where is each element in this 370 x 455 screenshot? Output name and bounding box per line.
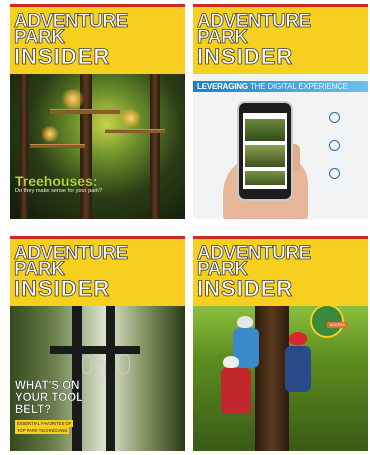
harness-strap [72,306,82,451]
video-play-icon [329,140,340,151]
carabiner-graphic [118,354,130,374]
logo-line-insider: INSIDER [197,276,294,301]
treehouse-deck [50,109,120,114]
magazine-cover-climbers[interactable]: ADVENTURE PARK INSIDER ACCESS [193,236,368,451]
banner-text-bold: LEVERAGING [197,82,248,91]
masthead-logo: ADVENTURE PARK INSIDER [14,244,129,301]
screen-photo [245,145,285,167]
access-ribbon: ACCESS [327,322,348,328]
masthead-logo: ADVENTURE PARK INSIDER [197,244,312,301]
masthead-logo: ADVENTURE PARK INSIDER [14,12,129,69]
cover-headline: Treehouses: [15,173,98,189]
harness-strap [50,346,140,354]
social-icon [329,112,340,123]
treehouse-deck [30,144,85,148]
share-icon [329,168,340,179]
tree-trunk [150,74,160,219]
logo-line-insider: INSIDER [14,276,111,301]
cover-subheadline: ESSENTIAL FAVORITES OF [15,420,74,427]
phone-screen [243,113,287,189]
headline-line: BELT? [15,404,52,416]
award-badge [310,304,344,338]
climber-figure [221,368,251,414]
treehouse-deck [105,129,165,133]
cover-photo-treehouse [10,74,185,219]
magazine-cover-treehouses[interactable]: ADVENTURE PARK INSIDER Treehouses: Do th… [10,4,185,219]
tree-trunk [20,74,28,219]
banner-text: LEVERAGING THE DIGITAL EXPERIENCE [197,82,348,91]
logo-line-insider: INSIDER [14,44,111,69]
cover-subheadline: Do they make sense for your park? [15,188,103,194]
helmet-graphic [289,332,307,345]
helmet-graphic [237,316,253,328]
climber-figure [285,346,311,392]
lantern-glow [120,109,142,127]
cover-headline: WHAT'S ON YOUR TOOL BELT? [15,380,83,416]
carabiner-graphic [96,361,106,379]
magazine-cover-digital[interactable]: ADVENTURE PARK INSIDER LEVERAGING THE DI… [193,4,368,219]
magazine-cover-tool-belt[interactable]: ADVENTURE PARK INSIDER WHAT'S ON YOUR TO… [10,236,185,451]
screen-photo [245,171,285,185]
smartphone-graphic [237,101,293,201]
screen-photo [245,119,285,141]
carabiner-graphic [82,356,92,374]
headline-line: YOUR TOOL [15,392,84,404]
lantern-glow [60,89,86,109]
logo-line-insider: INSIDER [197,44,294,69]
headline-line: WHAT'S ON [15,380,80,392]
helmet-graphic [223,356,239,368]
harness-strap [106,306,115,451]
cover-subheadline: TOP PARK TECHNICIANS [15,427,70,434]
lantern-glow [40,126,60,142]
digital-banner: LEVERAGING THE DIGITAL EXPERIENCE [193,81,368,92]
banner-text-light: THE DIGITAL EXPERIENCE [249,82,348,91]
tree-trunk [255,306,289,451]
masthead-logo: ADVENTURE PARK INSIDER [197,12,312,69]
